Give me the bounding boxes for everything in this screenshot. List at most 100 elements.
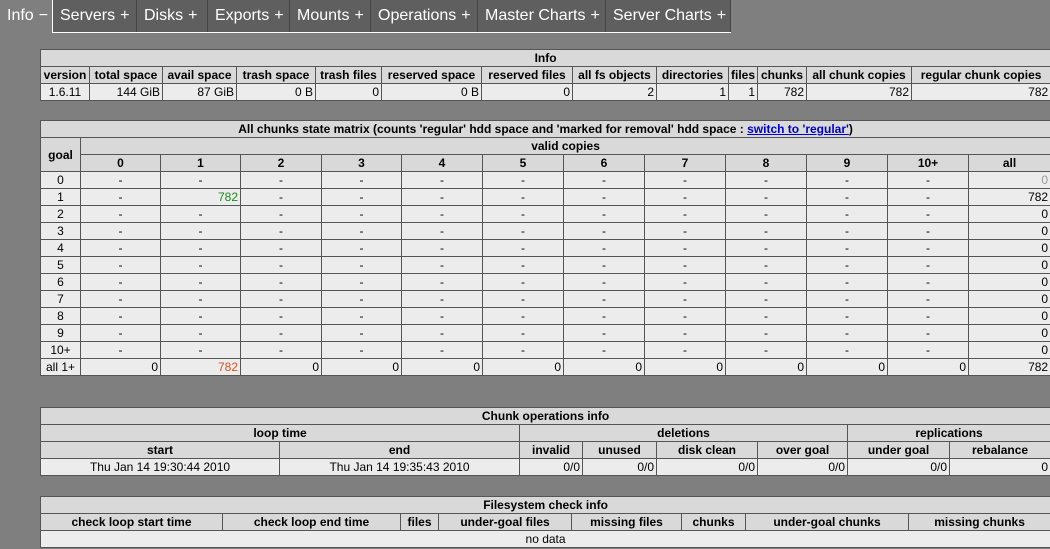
all-chunk-copies-value: 782	[806, 83, 912, 101]
goal-cell: 2	[40, 205, 81, 223]
matrix-cell: -	[887, 290, 969, 308]
invalid-value: 0/0	[519, 458, 583, 476]
matrix-row: 3-----------0	[40, 222, 1050, 240]
matrix-cell: -	[806, 205, 888, 223]
col-header: start	[40, 441, 280, 459]
matrix-cell: -	[321, 341, 402, 359]
info-header-row: version total space avail space trash sp…	[40, 66, 1050, 84]
matrix-cell: -	[321, 324, 402, 342]
matrix-cell: -	[160, 205, 241, 223]
matrix-row: 8-----------0	[40, 307, 1050, 325]
matrix-cell: -	[482, 341, 564, 359]
matrix-cell: -	[80, 188, 161, 206]
matrix-row: 9-----------0	[40, 324, 1050, 342]
reserved-files-value: 0	[481, 83, 573, 101]
matrix-cell: -	[887, 205, 969, 223]
avail-space-value: 87 GiB	[162, 83, 237, 101]
matrix-cell: -	[321, 205, 402, 223]
trash-space-value: 0 B	[236, 83, 316, 101]
matrix-cell: -	[240, 307, 322, 325]
goal-cell: 9	[40, 324, 81, 342]
matrix-cell: -	[887, 171, 969, 189]
matrix-cell: 0	[80, 358, 161, 376]
matrix-cell: -	[644, 205, 726, 223]
matrix-cell: -	[563, 290, 645, 308]
matrix-cell: -	[725, 307, 807, 325]
col-header: trash files	[315, 66, 382, 84]
info-title: Info	[39, 49, 1050, 67]
valid-copies-col-header: 7	[644, 154, 726, 172]
col-header: under goal	[847, 441, 950, 459]
matrix-cell: -	[644, 188, 726, 206]
valid-copies-col-header: 2	[240, 154, 322, 172]
matrix-cell: -	[725, 205, 807, 223]
matrix-cell: 0	[967, 205, 1050, 223]
over-goal-value: 0/0	[757, 458, 848, 476]
matrix-cell: -	[80, 341, 161, 359]
matrix-row: 2-----------0	[40, 205, 1050, 223]
col-header: version	[40, 66, 90, 84]
matrix-cell: -	[563, 188, 645, 206]
matrix-column-headers: 0 1 2 3 4 5 6 7 8 9 10+ all	[41, 154, 1050, 172]
tab-master-charts[interactable]: Master Charts +	[478, 0, 606, 32]
col-header: trash space	[236, 66, 316, 84]
matrix-cell: -	[563, 273, 645, 291]
tab-operations[interactable]: Operations +	[371, 0, 478, 32]
tab-servers[interactable]: Servers +	[53, 0, 137, 32]
tab-info[interactable]: Info −	[0, 0, 53, 33]
col-header: files	[400, 513, 439, 531]
matrix-cell: -	[482, 273, 564, 291]
chunk-operations-title: Chunk operations info	[39, 407, 1050, 425]
matrix-cell: -	[644, 341, 726, 359]
goal-cell: 10+	[40, 341, 81, 359]
chunks-value: 782	[757, 83, 807, 101]
matrix-cell: -	[321, 290, 402, 308]
matrix-cell: -	[160, 256, 241, 274]
matrix-cell: 782	[967, 188, 1050, 206]
matrix-cell: -	[563, 171, 645, 189]
matrix-cell: -	[482, 307, 564, 325]
rebalance-value: 0	[948, 458, 1050, 476]
matrix-title-text: All chunks state matrix (counts 'regular…	[238, 122, 748, 136]
reserved-space-value: 0 B	[381, 83, 482, 101]
matrix-cell: 0	[887, 358, 969, 376]
matrix-cell: -	[887, 188, 969, 206]
tab-divider	[53, 32, 731, 33]
col-header: check loop start time	[40, 513, 223, 531]
filesystem-check-table: Filesystem check info check loop start t…	[39, 496, 1050, 548]
matrix-row: all 1+ 0 782 0 0 0 0 0 0 0 0 0 782	[40, 358, 1050, 376]
trash-files-value: 0	[315, 83, 382, 101]
matrix-cell: -	[401, 222, 483, 240]
matrix-cell: -	[80, 290, 161, 308]
tab-label: Exports	[215, 7, 270, 24]
matrix-cell: -	[401, 256, 483, 274]
tab-disks[interactable]: Disks +	[137, 0, 208, 32]
matrix-cell: -	[725, 239, 807, 257]
matrix-cell: 0	[967, 324, 1050, 342]
tab-server-charts[interactable]: Server Charts +	[606, 0, 731, 32]
matrix-cell: -	[806, 273, 888, 291]
matrix-cell: -	[725, 290, 807, 308]
col-header: directories	[656, 66, 729, 84]
tab-mounts[interactable]: Mounts +	[290, 0, 371, 32]
matrix-cell: 0	[967, 222, 1050, 240]
tab-exports[interactable]: Exports +	[208, 0, 290, 32]
matrix-cell: -	[806, 324, 888, 342]
matrix-cell: -	[160, 239, 241, 257]
matrix-cell: 0	[401, 358, 483, 376]
matrix-cell: 0	[482, 358, 564, 376]
matrix-cell: -	[806, 290, 888, 308]
matrix-cell: -	[887, 222, 969, 240]
matrix-cell: -	[160, 341, 241, 359]
matrix-cell: -	[644, 256, 726, 274]
col-header: missing chunks	[907, 513, 1050, 531]
expand-icon: +	[461, 7, 471, 24]
matrix-cell: 0	[806, 358, 888, 376]
matrix-cell: 0	[967, 307, 1050, 325]
expand-icon: +	[716, 7, 727, 24]
col-header: disk clean	[656, 441, 758, 459]
switch-to-regular-link[interactable]: switch to 'regular'	[747, 122, 849, 136]
goal-cell: 3	[40, 222, 81, 240]
matrix-cell: -	[806, 341, 888, 359]
matrix-cell: -	[401, 324, 483, 342]
